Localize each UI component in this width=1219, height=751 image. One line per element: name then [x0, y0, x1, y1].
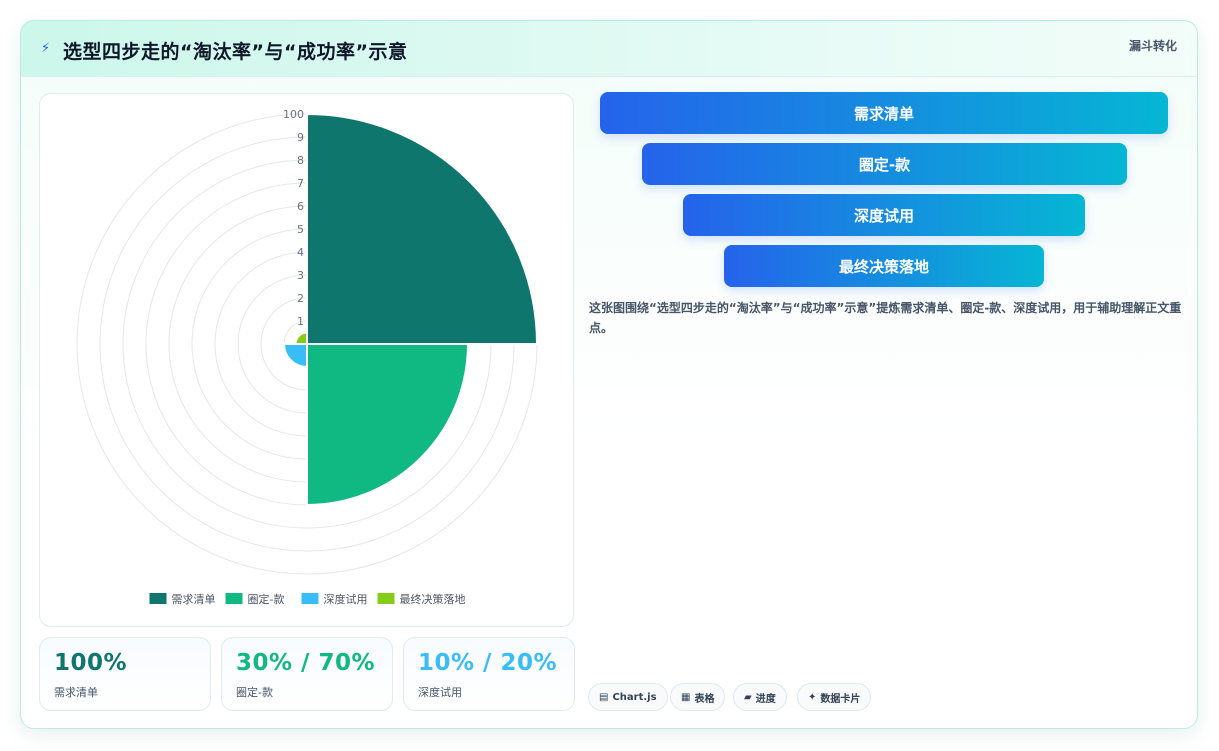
- tick-label: 4: [297, 246, 304, 259]
- table-icon: ▦: [681, 691, 691, 703]
- pill-table: ▦ 表格: [670, 683, 726, 711]
- polar-area-chart: 100 9 8 7 6 5 4 3 2 1 需求清单 圈定-款 深度试用 最终决策落地: [39, 93, 574, 627]
- tick-label: 6: [297, 200, 304, 213]
- stat-label: 深度试用: [418, 686, 462, 699]
- pill-chartjs: ▤ Chart.js: [588, 683, 668, 711]
- pill-label: Chart.js: [612, 691, 657, 703]
- chart-icon: ▤: [599, 691, 609, 703]
- stat-card-trial: 10% / 20% 深度试用: [403, 637, 575, 711]
- legend-label: 最终决策落地: [400, 592, 466, 606]
- header-tag: 漏斗转化: [1128, 39, 1177, 53]
- legend-swatch: [301, 593, 319, 604]
- tick-label: 2: [297, 292, 304, 305]
- pill-label: 进度: [755, 693, 776, 705]
- legend-label: 深度试用: [324, 592, 368, 606]
- funnel-step-3: 深度试用: [683, 194, 1085, 236]
- polar-slice-1[interactable]: [306, 112, 539, 345]
- tick-label: 3: [297, 269, 304, 282]
- legend-swatch: [225, 593, 243, 604]
- pill-label: 表格: [694, 693, 715, 705]
- pill-progress: ▰ 进度: [733, 683, 787, 711]
- stat-value: 30% / 70%: [236, 650, 376, 676]
- legend-swatch: [149, 593, 167, 604]
- tick-label: 9: [297, 131, 304, 144]
- polar-slice-2[interactable]: [306, 343, 470, 507]
- polar-slice-3[interactable]: [282, 343, 308, 369]
- pill-data-card: ✦ 数据卡片: [797, 683, 872, 711]
- tick-label: 100: [283, 108, 304, 121]
- funnel-step-1: 需求清单: [600, 92, 1168, 134]
- polar-chart-svg: 100 9 8 7 6 5 4 3 2 1 需求清单 圈定-款 深度试用 最终决策落地: [76, 108, 539, 606]
- legend-label: 需求清单: [172, 593, 216, 606]
- stat-card-shortlist: 30% / 70% 圈定-款: [221, 637, 393, 711]
- stat-label: 需求清单: [54, 686, 98, 699]
- stat-value: 10% / 20%: [418, 650, 558, 676]
- tick-label: 1: [297, 315, 304, 328]
- legend-label: 圈定-款: [248, 592, 285, 606]
- page-title: 选型四步走的“淘汰率”与“成功率”示意: [63, 41, 408, 63]
- pill-label: 数据卡片: [820, 693, 861, 705]
- polar-slice-4[interactable]: [294, 331, 308, 345]
- progress-icon: ▰: [744, 691, 752, 703]
- legend-swatch: [377, 593, 395, 604]
- tick-label: 5: [297, 223, 304, 236]
- chart-description: 这张图围绕“选型四步走的“淘汰率”与“成功率”示意”提炼需求清单、圈定-款、深度…: [589, 301, 1182, 335]
- sparkle-icon: ✦: [808, 691, 817, 703]
- stat-label: 圈定-款: [236, 686, 273, 699]
- card-header: ⚡ 选型四步走的“淘汰率”与“成功率”示意 漏斗转化: [21, 21, 1197, 77]
- funnel-step-4: 最终决策落地: [724, 245, 1044, 287]
- tick-label: 7: [297, 177, 304, 190]
- lightning-icon: ⚡: [41, 41, 51, 56]
- infographic-card: ⚡ 选型四步走的“淘汰率”与“成功率”示意 漏斗转化 100 9 8 7 6 5 4 3 2 1 需…: [20, 20, 1198, 729]
- stat-value: 100%: [54, 650, 128, 676]
- funnel-step-2: 圈定-款: [642, 143, 1127, 185]
- tick-label: 8: [297, 154, 304, 167]
- stat-card-requirements: 100% 需求清单: [39, 637, 211, 711]
